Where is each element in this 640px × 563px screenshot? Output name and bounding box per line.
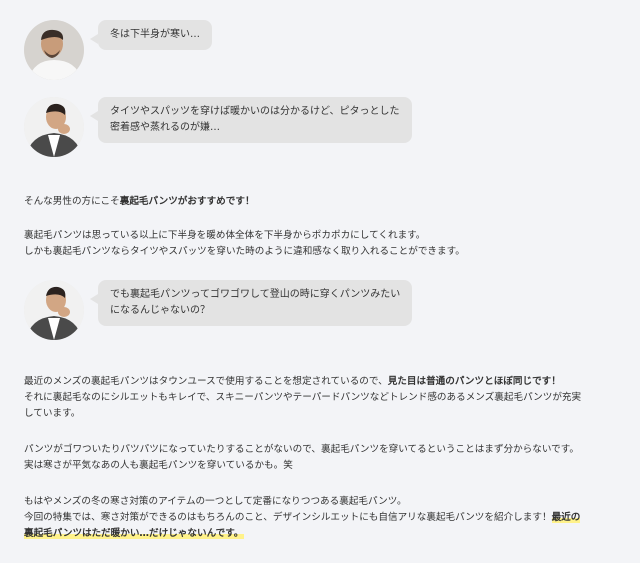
paragraph-invisible: パンツがゴワついたりパツパツになっていたりすることがないので、裏起毛パンツを穿い… — [24, 442, 620, 474]
chat-message-1: 冬は下半身が寒い… — [24, 20, 212, 80]
text-line: しています。 — [24, 408, 81, 419]
avatar — [24, 20, 84, 80]
paragraph-benefits: 裏起毛パンツは思っている以上に下半身を暖め体全体を下半身からポカポカにしてくれま… — [24, 228, 620, 260]
avatar — [24, 280, 84, 340]
text-line: もはやメンズの冬の寒さ対策のアイテムの一つとして定番になりつつある裏起毛パンツ。 — [24, 496, 407, 507]
text-line: それに裏起毛なのにシルエットもキレイで、スキニーパンツやテーパードパンツなどトレ… — [24, 392, 582, 403]
thinking-man-avatar — [24, 280, 84, 340]
man-profile-avatar — [24, 20, 84, 80]
bubble-text-line2: 密着感や蒸れるのが嫌… — [110, 122, 220, 133]
avatar — [24, 97, 84, 157]
text-line: 実は寒さが平気なあの人も裏起毛パンツを穿いているかも。笑 — [24, 460, 293, 471]
thinking-man-avatar — [24, 97, 84, 157]
chat-message-2: タイツやスパッツを穿けば暖かいのは分かるけど、ピタっとした 密着感や蒸れるのが嫌… — [24, 97, 412, 157]
bold-text: 見た目は普通のパンツとほぼ同じです！ — [387, 376, 561, 387]
chat-message-3: でも裏起毛パンツってゴワゴワして登山の時に穿くパンツみたい になるんじゃないの？ — [24, 280, 413, 340]
bubble-text: 冬は下半身が寒い… — [110, 29, 200, 40]
paragraph-town-use: 最近のメンズの裏起毛パンツはタウンユースで使用することを想定されているので、見た… — [24, 374, 620, 422]
text-line: パンツがゴワついたりパツパツになっていたりすることがないので、裏起毛パンツを穿い… — [24, 444, 579, 455]
text-line: 裏起毛パンツは思っている以上に下半身を暖め体全体を下半身からポカポカにしてくれま… — [24, 230, 426, 241]
paragraph-recommendation: そんな男性の方にこそ裏起毛パンツがおすすめです！ — [24, 194, 620, 210]
text: そんな男性の方にこそ — [24, 196, 120, 207]
speech-bubble: でも裏起毛パンツってゴワゴワして登山の時に穿くパンツみたい になるんじゃないの？ — [89, 280, 413, 326]
text: 最近のメンズの裏起毛パンツはタウンユースで使用することを想定されているので、 — [24, 376, 388, 387]
bubble-text-line2: になるんじゃないの？ — [110, 305, 210, 316]
bubble-text-line1: タイツやスパッツを穿けば暖かいのは分かるけど、ピタっとした — [110, 106, 400, 117]
text: 今回の特集では、寒さ対策ができるのはもちろんのこと、デザインシルエットにも自信ア… — [24, 512, 552, 523]
bold-text: 裏起毛パンツがおすすめです！ — [119, 196, 255, 207]
speech-bubble: 冬は下半身が寒い… — [90, 20, 212, 50]
paragraph-intro: もはやメンズの冬の寒さ対策のアイテムの一つとして定番になりつつある裏起毛パンツ。… — [24, 494, 620, 542]
highlighted-text: 裏起毛パンツはただ暖かい…だけじゃないんです。 — [24, 528, 244, 539]
bubble-text-line1: でも裏起毛パンツってゴワゴワして登山の時に穿くパンツみたい — [110, 289, 401, 300]
text-line: しかも裏起毛パンツならタイツやスパッツを穿いた時のように違和感なく取り入れること… — [24, 246, 465, 257]
highlighted-text: 最近の — [551, 512, 581, 523]
speech-bubble: タイツやスパッツを穿けば暖かいのは分かるけど、ピタっとした 密着感や蒸れるのが嫌… — [90, 97, 412, 143]
